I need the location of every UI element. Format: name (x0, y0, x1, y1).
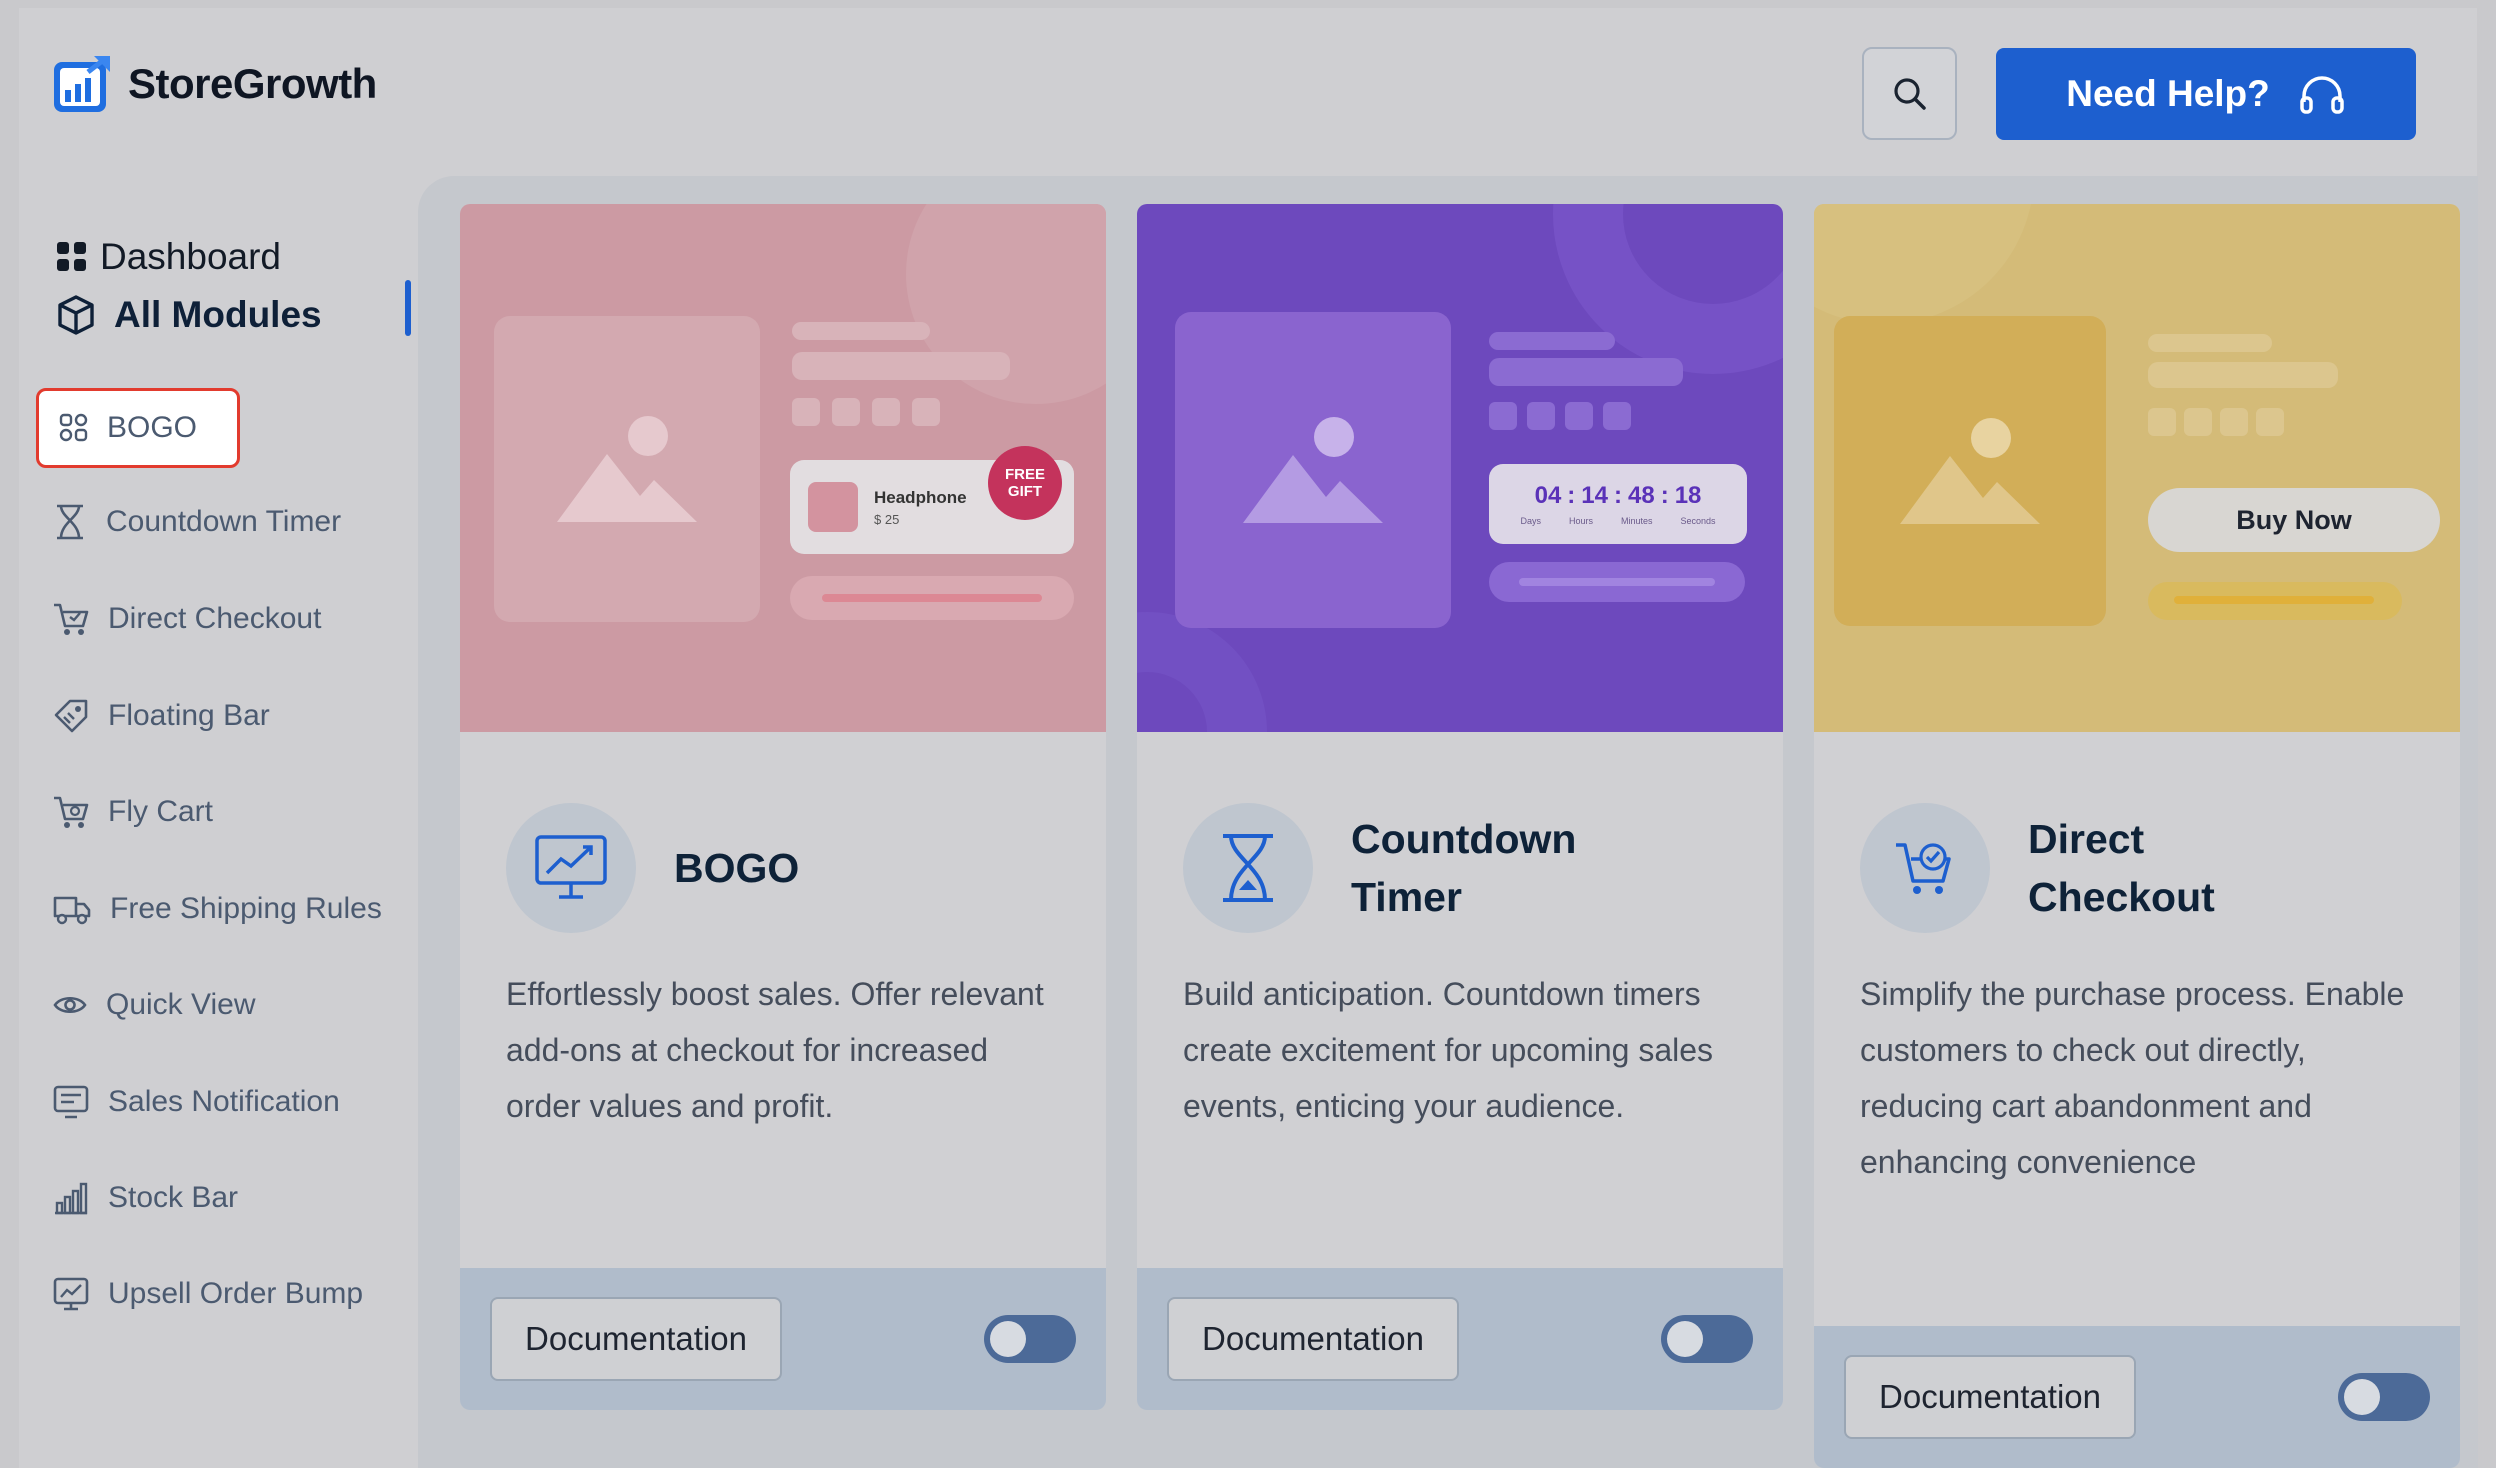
countdown-days: 04 (1534, 482, 1562, 509)
sidebar-item-label: Floating Bar (108, 699, 270, 732)
countdown-hero-illustration: 04: 14: 48: 18 Days Hours Minutes Second… (1137, 204, 1783, 732)
image-placeholder-icon (1834, 316, 2106, 626)
dashboard-icon (57, 242, 86, 271)
sidebar-item-label: Upsell Order Bump (108, 1277, 364, 1310)
sidebar-item-label: Direct Checkout (108, 602, 322, 635)
card-title: BOGO (674, 845, 800, 891)
countdown-seconds-label: Seconds (1680, 516, 1716, 526)
sidebar-item-floating-bar[interactable]: Floating Bar (52, 688, 270, 744)
checkout-hero-illustration: Buy Now (1814, 204, 2460, 732)
image-placeholder-icon (1175, 312, 1451, 628)
module-card-direct-checkout: Buy Now Direct Checkout Simplify the pur… (1814, 204, 2460, 1468)
headset-icon (2300, 76, 2344, 114)
sidebar-item-upsell-order-bump[interactable]: Upsell Order Bump (52, 1266, 363, 1322)
nav-all-modules[interactable]: All Modules (56, 286, 322, 344)
sidebar-item-sales-notification[interactable]: Sales Notification (52, 1074, 340, 1130)
countdown-seconds: 18 (1674, 482, 1702, 509)
countdown-minutes: 48 (1628, 482, 1655, 509)
brand-name: StoreGrowth (128, 60, 377, 107)
sidebar-item-label: Fly Cart (108, 795, 213, 828)
need-help-label: Need Help? (2066, 73, 2270, 114)
tag-icon (54, 699, 88, 733)
documentation-button[interactable]: Documentation (1167, 1297, 1459, 1381)
card-title: Countdown Timer (1351, 816, 1577, 920)
bogo-hero-illustration: Headphone $ 25 FREE GIFT (460, 204, 1106, 732)
sidebar-item-stock-bar[interactable]: Stock Bar (52, 1170, 238, 1226)
module-toggle[interactable] (1661, 1315, 1753, 1363)
nav-dashboard-label: Dashboard (100, 236, 282, 277)
card-footer: Documentation (1137, 1268, 1783, 1410)
sidebar-item-label: Stock Bar (108, 1181, 239, 1214)
card-title: Direct Checkout (2028, 816, 2215, 920)
hourglass-icon (57, 504, 83, 540)
upsell-icon (53, 1277, 89, 1311)
documentation-button[interactable]: Documentation (1844, 1355, 2136, 1439)
bar-chart-icon (55, 1182, 88, 1215)
cart-check-module-icon (1860, 803, 1990, 933)
card-description: Effortlessly boost sales. Offer relevant… (506, 976, 1044, 1124)
buy-now-preview: Buy Now (2148, 488, 2440, 552)
gift-product-price: $ 25 (874, 512, 900, 527)
search-icon (1893, 77, 1926, 110)
module-card-countdown-timer: 04: 14: 48: 18 Days Hours Minutes Second… (1137, 204, 1783, 1410)
need-help-button[interactable]: Need Help? (1996, 48, 2416, 140)
module-toggle[interactable] (984, 1315, 1076, 1363)
notification-icon (53, 1085, 89, 1119)
card-footer: Documentation (460, 1268, 1106, 1410)
sidebar-item-bogo[interactable]: BOGO (36, 388, 240, 468)
active-indicator (405, 280, 411, 336)
sidebar-item-free-shipping-rules[interactable]: Free Shipping Rules (52, 881, 382, 937)
image-placeholder-icon (494, 316, 760, 622)
cart-check-icon (54, 603, 89, 635)
free-gift-badge: FREE GIFT (988, 446, 1062, 520)
card-description: Build anticipation. Countdown timers cre… (1183, 976, 1714, 1124)
sidebar-item-countdown-timer[interactable]: Countdown Timer (52, 494, 341, 550)
countdown-days-label: Days (1520, 516, 1541, 526)
nav-all-modules-label: All Modules (114, 294, 322, 335)
cube-icon (58, 295, 94, 335)
search-button[interactable] (1862, 47, 1957, 140)
sidebar-item-label: Free Shipping Rules (110, 892, 382, 925)
gift-product-name: Headphone (874, 488, 967, 507)
sidebar-item-label: Quick View (106, 988, 256, 1021)
sidebar-item-label: Countdown Timer (106, 505, 342, 538)
countdown-hours: 14 (1581, 482, 1608, 509)
documentation-button[interactable]: Documentation (490, 1297, 782, 1381)
sidebar-nav: Dashboard All Modules (56, 228, 322, 344)
eye-icon (53, 996, 87, 1014)
card-description: Simplify the purchase process. Enable cu… (1860, 976, 2405, 1180)
nav-dashboard[interactable]: Dashboard (56, 228, 322, 286)
sidebar-item-fly-cart[interactable]: Fly Cart (52, 784, 213, 840)
truck-icon (53, 896, 91, 925)
countdown-preview: 04: 14: 48: 18 Days Hours Minutes Second… (1489, 464, 1747, 544)
countdown-hours-label: Hours (1568, 516, 1593, 526)
module-toggle[interactable] (2338, 1373, 2430, 1421)
bogo-module-icon (506, 803, 636, 933)
bogo-icon (59, 413, 88, 442)
brand-logo[interactable]: StoreGrowth (52, 54, 377, 114)
sidebar-item-label: Sales Notification (108, 1085, 340, 1118)
logo-icon (54, 56, 110, 112)
fly-cart-icon (54, 796, 89, 828)
sidebar-item-quick-view[interactable]: Quick View (52, 977, 256, 1033)
countdown-minutes-label: Minutes (1620, 516, 1653, 526)
module-card-bogo: Headphone $ 25 FREE GIFT BOGO Effortless… (460, 204, 1106, 1410)
sidebar-item-direct-checkout[interactable]: Direct Checkout (52, 591, 321, 647)
card-footer: Documentation (1814, 1326, 2460, 1468)
hourglass-module-icon (1183, 803, 1313, 933)
sidebar-item-label: BOGO (107, 411, 198, 444)
